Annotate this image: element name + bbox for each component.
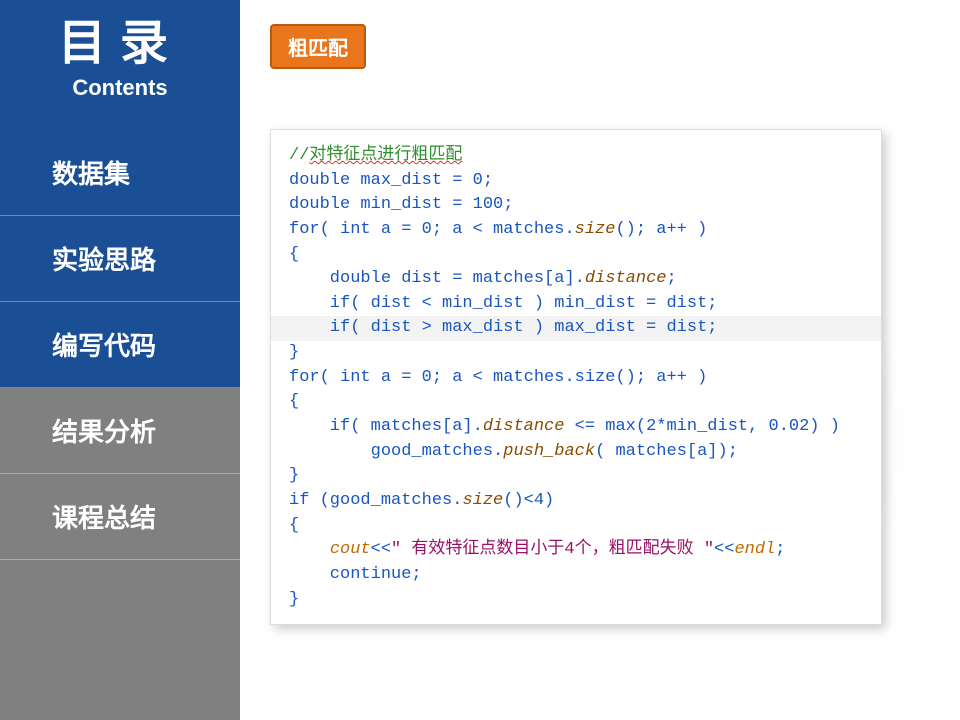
sidebar-item-results[interactable]: 结果分析	[0, 388, 240, 474]
code-content: //对特征点进行粗匹配 double max_dist = 0; double …	[289, 144, 863, 612]
sidebar: 目录 Contents 数据集 实验思路 编写代码 结果分析 课程总结	[0, 0, 240, 720]
sidebar-item-label: 结果分析	[52, 412, 156, 449]
sidebar-item-summary[interactable]: 课程总结	[0, 474, 240, 560]
sidebar-title: 目录	[0, 18, 240, 71]
sidebar-item-label: 编写代码	[52, 326, 156, 363]
sidebar-item-dataset[interactable]: 数据集	[0, 130, 240, 216]
sidebar-header: 目录 Contents	[0, 0, 240, 130]
sidebar-item-label: 实验思路	[52, 240, 156, 277]
section-badge: 粗匹配	[270, 24, 366, 69]
sidebar-item-code[interactable]: 编写代码	[0, 302, 240, 388]
main-area: 粗匹配 //对特征点进行粗匹配 double max_dist = 0; dou…	[240, 0, 960, 720]
sidebar-item-label: 课程总结	[52, 498, 156, 535]
sidebar-item-approach[interactable]: 实验思路	[0, 216, 240, 302]
code-block: //对特征点进行粗匹配 double max_dist = 0; double …	[270, 129, 882, 625]
sidebar-item-label: 数据集	[52, 154, 130, 191]
sidebar-subtitle: Contents	[0, 75, 240, 101]
